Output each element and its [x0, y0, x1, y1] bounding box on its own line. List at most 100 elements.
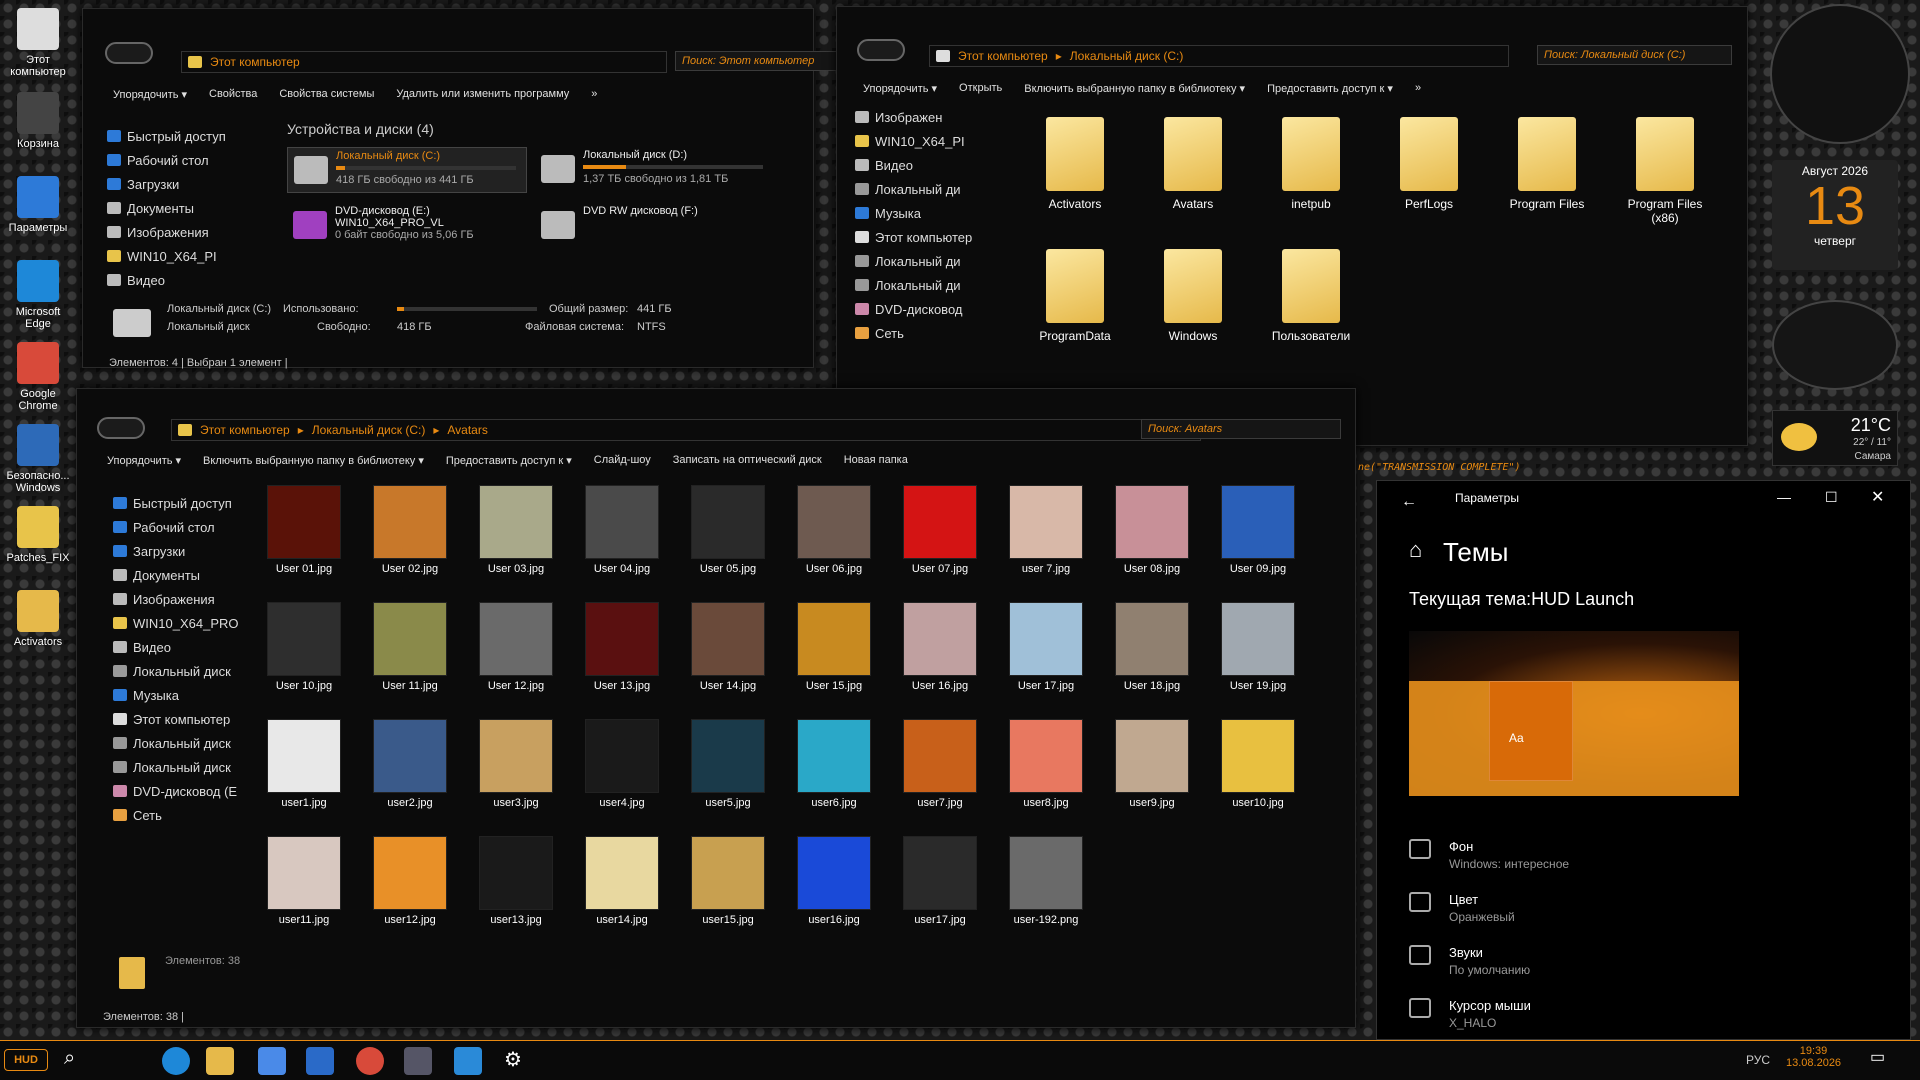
nav-item[interactable]: Видео [107, 268, 237, 292]
nav-item[interactable]: Видео [855, 153, 985, 177]
close-icon[interactable]: ✕ [1871, 487, 1884, 507]
folder-item[interactable]: ProgramData [1025, 249, 1125, 343]
image-file[interactable]: User 16.jpg [901, 602, 979, 692]
nav-item[interactable]: WIN10_X64_PI [107, 244, 237, 268]
image-file[interactable]: User 19.jpg [1219, 602, 1297, 692]
nav-item[interactable]: Документы [107, 196, 237, 220]
drive-item[interactable]: DVD RW дисковод (F:) [535, 203, 775, 249]
settings-item[interactable]: Фон Windows: интересное [1409, 839, 1569, 871]
image-file[interactable]: user8.jpg [1007, 719, 1085, 809]
settings-item[interactable]: Цвет Оранжевый [1409, 892, 1515, 924]
folder-item[interactable]: Activators [1025, 117, 1125, 211]
nav-item[interactable]: Этот компьютер [855, 225, 985, 249]
nav-item[interactable]: WIN10_X64_PI [855, 129, 985, 153]
image-file[interactable]: User 06.jpg [795, 485, 873, 575]
drive-item[interactable]: DVD-дисковод (E:) WIN10_X64_PRO_VL 0 байт… [287, 203, 527, 249]
nav-item[interactable]: Видео [113, 635, 283, 659]
edge-icon[interactable] [162, 1047, 190, 1075]
image-file[interactable]: user1.jpg [265, 719, 343, 809]
start-button[interactable]: HUD [4, 1049, 48, 1071]
desktop-icon-5[interactable]: Безопасно... Windows [4, 424, 72, 494]
nav-item[interactable]: Загрузки [107, 172, 237, 196]
nav-item[interactable]: Быстрый доступ [113, 491, 283, 515]
desktop-icon-2[interactable]: Параметры [4, 176, 72, 234]
nav-item[interactable]: Быстрый доступ [107, 124, 237, 148]
folder-item[interactable]: Program Files [1497, 117, 1597, 211]
image-file[interactable]: User 18.jpg [1113, 602, 1191, 692]
nav-item[interactable]: Локальный ди [855, 249, 985, 273]
image-file[interactable]: User 13.jpg [583, 602, 661, 692]
settings-window[interactable]: ← Параметры — ☐ ✕ ⌂ Темы Текущая тема:HU… [1376, 480, 1911, 1040]
nav-item[interactable]: DVD-дисковод (E [113, 779, 283, 803]
settings-item[interactable]: Звуки По умолчанию [1409, 945, 1530, 977]
folder-item[interactable]: Program Files (x86) [1615, 117, 1715, 225]
image-file[interactable]: user3.jpg [477, 719, 555, 809]
breadcrumb-item[interactable]: Этот компьютер [958, 49, 1048, 63]
nav-item[interactable]: Сеть [113, 803, 283, 827]
toolbar-item[interactable]: Удалить или изменить программу [396, 88, 569, 100]
folder-item[interactable]: inetpub [1261, 117, 1361, 211]
image-file[interactable]: User 12.jpg [477, 602, 555, 692]
image-file[interactable]: User 01.jpg [265, 485, 343, 575]
image-file[interactable]: User 15.jpg [795, 602, 873, 692]
search-input[interactable]: Поиск: Avatars [1141, 419, 1341, 439]
toolbar-item[interactable]: » [1415, 82, 1421, 94]
image-file[interactable]: User 05.jpg [689, 485, 767, 575]
nav-item[interactable]: Рабочий стол [107, 148, 237, 172]
explorer-window-icon[interactable] [404, 1047, 432, 1075]
toolbar-item[interactable]: Слайд-шоу [594, 454, 651, 466]
image-file[interactable]: User 17.jpg [1007, 602, 1085, 692]
mail-icon[interactable] [306, 1047, 334, 1075]
folder-item[interactable]: Windows [1143, 249, 1243, 343]
image-file[interactable]: User 04.jpg [583, 485, 661, 575]
toolbar-item[interactable]: Упорядочить ▾ [863, 82, 937, 95]
back-arrow-icon[interactable]: ← [1401, 493, 1417, 511]
minimize-icon[interactable]: — [1777, 489, 1791, 505]
toolbar-item[interactable]: Упорядочить ▾ [107, 454, 181, 467]
explorer-window-local-disk[interactable]: Этот компьютер ▸ Локальный диск (C:) Пои… [836, 6, 1748, 446]
breadcrumb-item[interactable]: Этот компьютер [210, 55, 300, 69]
toolbar-item[interactable]: Свойства [209, 88, 257, 100]
breadcrumb-item[interactable]: Avatars [447, 423, 487, 437]
settings-item[interactable]: Курсор мыши X_HALO [1409, 998, 1531, 1030]
folder-item[interactable]: Avatars [1143, 117, 1243, 211]
back-forward-buttons[interactable] [97, 417, 145, 439]
toolbar-item[interactable]: Включить выбранную папку в библиотеку ▾ [203, 454, 424, 467]
image-file[interactable]: user10.jpg [1219, 719, 1297, 809]
settings-gear-icon[interactable]: ⚙ [504, 1047, 532, 1075]
nav-item[interactable]: Изображения [113, 587, 283, 611]
image-file[interactable]: user11.jpg [265, 836, 343, 926]
back-forward-buttons[interactable] [105, 42, 153, 64]
store-icon[interactable] [258, 1047, 286, 1075]
nav-item[interactable]: Музыка [855, 201, 985, 225]
explorer-window-icon[interactable] [454, 1047, 482, 1075]
breadcrumb-item[interactable]: Этот компьютер [200, 423, 290, 437]
drive-item[interactable]: Локальный диск (C:) 418 ГБ свободно из 44… [287, 147, 527, 193]
image-file[interactable]: User 11.jpg [371, 602, 449, 692]
nav-item[interactable]: Документы [113, 563, 283, 587]
image-file[interactable]: user16.jpg [795, 836, 873, 926]
nav-item[interactable]: Изображен [855, 105, 985, 129]
folder-item[interactable]: PerfLogs [1379, 117, 1479, 211]
theme-preview[interactable]: Aa [1409, 631, 1739, 796]
image-file[interactable]: user14.jpg [583, 836, 661, 926]
language-indicator[interactable]: РУС [1746, 1053, 1770, 1067]
back-forward-buttons[interactable] [857, 39, 905, 61]
desktop-icon-3[interactable]: Microsoft Edge [4, 260, 72, 330]
image-file[interactable]: User 10.jpg [265, 602, 343, 692]
image-file[interactable]: User 02.jpg [371, 485, 449, 575]
nav-item[interactable]: Локальный ди [855, 273, 985, 297]
image-file[interactable]: user2.jpg [371, 719, 449, 809]
breadcrumb-item[interactable]: Локальный диск (C:) [1070, 49, 1184, 63]
desktop-icon-0[interactable]: Этот компьютер [4, 8, 72, 78]
image-file[interactable]: User 08.jpg [1113, 485, 1191, 575]
clock[interactable]: 19:39 13.08.2026 [1786, 1045, 1841, 1069]
image-file[interactable]: user12.jpg [371, 836, 449, 926]
nav-item[interactable]: Сеть [855, 321, 985, 345]
toolbar-item[interactable]: Новая папка [844, 454, 908, 466]
nav-item[interactable]: Локальный ди [855, 177, 985, 201]
drive-item[interactable]: Локальный диск (D:) 1,37 ТБ свободно из 1… [535, 147, 775, 193]
explorer-window-this-pc[interactable]: Этот компьютер Поиск: Этот компьютер Упо… [82, 8, 875, 369]
image-file[interactable]: user4.jpg [583, 719, 661, 809]
image-file[interactable]: user5.jpg [689, 719, 767, 809]
